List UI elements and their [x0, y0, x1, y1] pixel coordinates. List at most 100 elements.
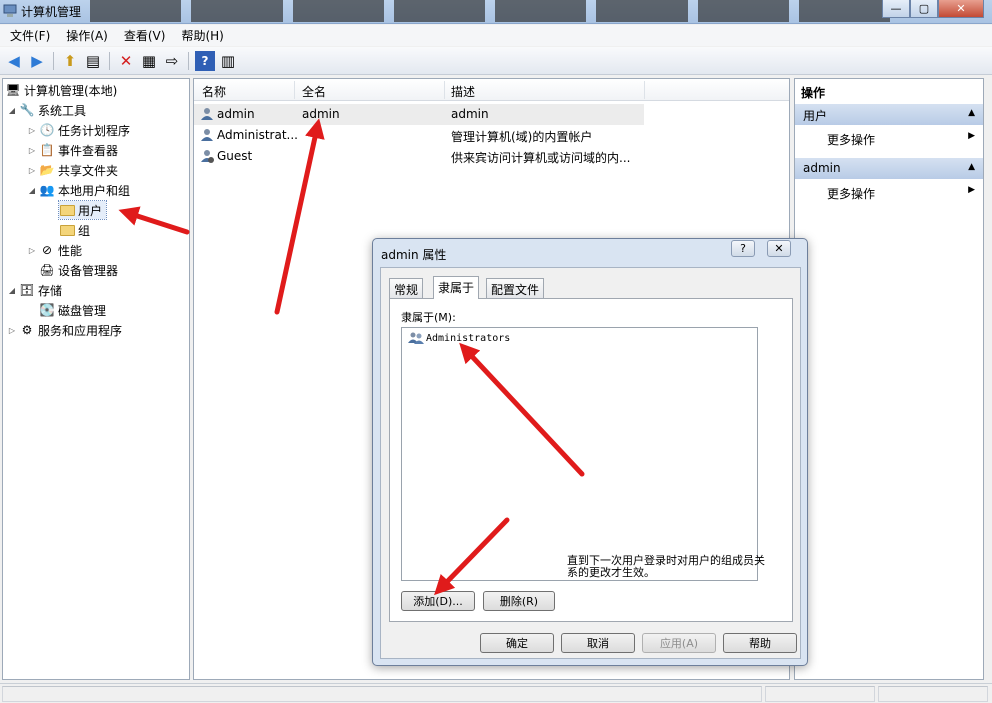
delete-icon[interactable]: ✕: [116, 51, 136, 71]
disk-icon: 💽: [39, 303, 55, 317]
user-description: admin: [451, 107, 489, 121]
show-hide-tree-icon[interactable]: ▤: [83, 51, 103, 71]
column-header-name[interactable]: 名称: [202, 83, 226, 100]
tree-item-groups[interactable]: 组: [59, 221, 90, 239]
performance-icon: ⊘: [41, 243, 53, 257]
tab-general[interactable]: 常规: [389, 278, 424, 298]
expand-icon[interactable]: ▷: [27, 246, 37, 255]
expand-icon[interactable]: ▷: [27, 166, 37, 175]
status-segment: [765, 686, 875, 702]
collapse-up-icon[interactable]: ▲: [968, 162, 975, 172]
table-row[interactable]: Administrat... 管理计算机(域)的内置帐户: [194, 125, 789, 146]
add-button[interactable]: 添加(D)...: [401, 591, 475, 611]
user-fullname: admin: [302, 107, 340, 121]
table-row[interactable]: admin admin admin: [194, 104, 644, 125]
column-header-description[interactable]: 描述: [451, 83, 475, 100]
clock-icon: 🕓: [39, 123, 55, 137]
cancel-button[interactable]: 取消: [561, 633, 635, 653]
table-row[interactable]: Guest 供来宾访问计算机或访问域的内...: [194, 146, 789, 167]
window-title: 计算机管理: [21, 5, 82, 19]
menu-bar: 文件(F) 操作(A) 查看(V) 帮助(H): [0, 25, 992, 46]
help-icon[interactable]: ?: [195, 50, 215, 71]
tree-item-label: 磁盘管理: [58, 303, 107, 318]
back-icon[interactable]: ◀: [4, 51, 24, 71]
action-group-title: admin: [803, 161, 841, 175]
tree-item-event-viewer[interactable]: ▷ 📋 事件查看器: [27, 141, 118, 159]
ok-button[interactable]: 确定: [480, 633, 554, 653]
properties-icon[interactable]: ▦: [139, 51, 159, 71]
menu-help[interactable]: 帮助(H): [173, 27, 231, 44]
help-button[interactable]: 帮助: [723, 633, 797, 653]
collapse-icon[interactable]: ◢: [7, 106, 17, 115]
title-bar: 计算机管理 — ▢ ✕: [0, 0, 992, 24]
tab-profile[interactable]: 配置文件: [486, 278, 545, 298]
dialog-close-button[interactable]: ✕: [767, 240, 791, 257]
tree-item-services-applications[interactable]: ▷ ⚙ 服务和应用程序: [7, 321, 122, 339]
action-group-admin[interactable]: admin ▲: [795, 158, 983, 179]
tree-item-label: 组: [78, 223, 91, 238]
tree-item-local-users-groups[interactable]: ◢ 👥 本地用户和组: [27, 181, 130, 199]
member-of-listbox[interactable]: Administrators: [401, 327, 758, 581]
collapse-icon[interactable]: ◢: [27, 186, 37, 195]
action-more-actions[interactable]: 更多操作 ▶: [795, 128, 983, 148]
user-description: 供来宾访问计算机或访问域的内...: [451, 151, 631, 165]
remove-button[interactable]: 删除(R): [483, 591, 555, 611]
action-group-title: 用户: [803, 109, 828, 123]
export-list-icon[interactable]: ⇨: [162, 51, 182, 71]
apply-button[interactable]: 应用(A): [642, 633, 716, 653]
action-group-users[interactable]: 用户 ▲: [795, 104, 983, 125]
tree-item-storage[interactable]: ◢ 🗄 存储: [7, 281, 62, 299]
tree-item-system-tools[interactable]: ◢ 🔧 系统工具: [7, 101, 86, 119]
column-header-fullname[interactable]: 全名: [302, 83, 326, 100]
disabled-user-icon: [201, 150, 214, 163]
list-header: 名称 全名 描述: [194, 79, 789, 101]
submenu-arrow-icon: ▶: [968, 185, 975, 195]
user-description: 管理计算机(域)的内置帐户: [451, 130, 593, 144]
minimize-button[interactable]: —: [882, 0, 910, 18]
collapse-icon[interactable]: ◢: [7, 286, 17, 295]
dialog-help-button[interactable]: ?: [731, 240, 755, 257]
tree-item-label: 服务和应用程序: [38, 323, 123, 338]
action-more-actions[interactable]: 更多操作 ▶: [795, 182, 983, 202]
column-divider[interactable]: [644, 81, 645, 99]
close-button[interactable]: ✕: [938, 0, 984, 18]
member-of-tab-page: 隶属于(M): Administrators 添加(D)... 删除(R) 直到…: [389, 298, 793, 622]
list-item[interactable]: Administrators: [408, 331, 510, 345]
maximize-button[interactable]: ▢: [910, 0, 938, 18]
tree-item-label: 存储: [38, 283, 63, 298]
menu-view[interactable]: 查看(V): [116, 27, 174, 44]
actions-header: 操作: [801, 86, 826, 100]
tab-member-of[interactable]: 隶属于: [433, 276, 480, 299]
tree-item-computer-management[interactable]: 🖥 计算机管理(本地): [5, 81, 117, 99]
dialog-body: 常规 隶属于 配置文件 隶属于(M): Administrators 添加(D)…: [380, 267, 801, 659]
tree-item-shared-folders[interactable]: ▷ 📂 共享文件夹: [27, 161, 118, 179]
member-of-label: 隶属于(M):: [401, 311, 456, 324]
user-icon: [201, 108, 213, 120]
collapse-up-icon[interactable]: ▲: [968, 108, 975, 118]
services-icon: ⚙: [21, 323, 33, 337]
tree-item-disk-management[interactable]: 💽 磁盘管理: [39, 301, 107, 319]
tree-item-label: 任务计划程序: [58, 123, 131, 138]
menu-action[interactable]: 操作(A): [58, 27, 116, 44]
show-hide-action-pane-icon[interactable]: ▥: [218, 51, 238, 71]
up-folder-icon[interactable]: ⬆: [60, 51, 80, 71]
expand-icon[interactable]: ▷: [27, 146, 37, 155]
status-segment: [878, 686, 988, 702]
tree-item-label: 共享文件夹: [58, 163, 119, 178]
computer-management-icon: [3, 4, 17, 17]
forward-icon[interactable]: ▶: [27, 51, 47, 71]
action-item-label: 更多操作: [827, 133, 876, 147]
dialog-title: admin 属性: [381, 248, 447, 262]
expand-icon[interactable]: ▷: [27, 126, 37, 135]
column-divider[interactable]: [444, 81, 445, 99]
action-item-label: 更多操作: [827, 187, 876, 201]
tree-item-device-manager[interactable]: 🖨 设备管理器: [39, 261, 118, 279]
tree-item-performance[interactable]: ▷ ⊘ 性能: [27, 241, 82, 259]
menu-file[interactable]: 文件(F): [2, 27, 58, 44]
expand-icon[interactable]: ▷: [7, 326, 17, 335]
tree-item-users[interactable]: 用户: [57, 200, 108, 220]
user-name: Administrat...: [217, 128, 298, 142]
group-name: Administrators: [426, 332, 511, 344]
tree-item-task-scheduler[interactable]: ▷ 🕓 任务计划程序: [27, 121, 130, 139]
column-divider[interactable]: [294, 81, 295, 99]
